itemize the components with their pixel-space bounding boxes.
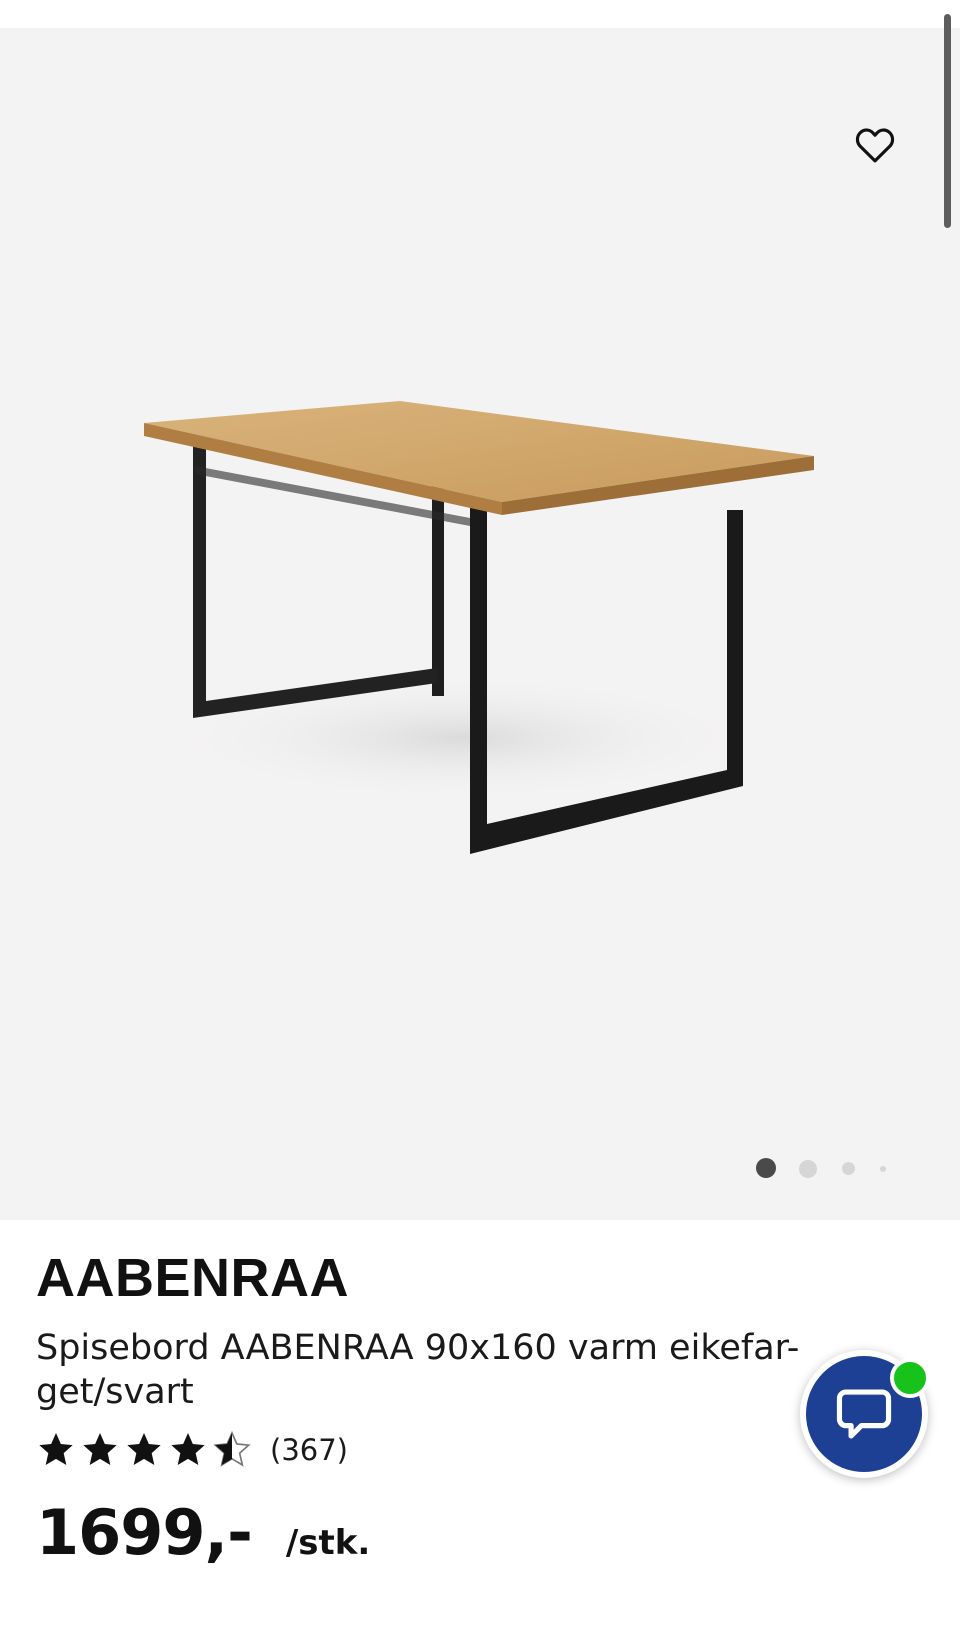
star-filled-icon — [39, 1433, 73, 1465]
star-filled-icon — [171, 1433, 205, 1465]
chat-bubble-icon — [836, 1389, 892, 1439]
review-count[interactable]: (367) — [270, 1433, 348, 1467]
product-image[interactable] — [0, 28, 960, 1220]
rating-stars[interactable] — [36, 1430, 256, 1470]
pagination-dot[interactable] — [880, 1166, 886, 1172]
pagination-dot[interactable] — [842, 1162, 855, 1175]
favorite-button[interactable] — [848, 118, 902, 172]
star-filled-icon — [127, 1433, 161, 1465]
star-half-icon — [213, 1430, 251, 1467]
product-rating: (367) — [36, 1430, 348, 1470]
product-name: Spisebord AABENRAA 90x160 varm eikefar-g… — [36, 1328, 800, 1412]
gallery-pagination — [0, 1156, 960, 1178]
product-gallery[interactable] — [0, 28, 960, 1220]
price-row: 1699,- /stk. — [36, 1496, 370, 1569]
star-filled-icon — [83, 1433, 117, 1465]
pagination-dot-active[interactable] — [756, 1158, 776, 1178]
price-unit: /stk. — [285, 1523, 371, 1563]
heart-outline-icon — [855, 128, 895, 163]
product-price: 1699,- — [36, 1496, 253, 1569]
product-page: AABENRAA Spisebord AABENRAA 90x160 varm … — [0, 0, 960, 1632]
top-strip — [0, 0, 960, 28]
chat-online-status-dot — [890, 1358, 930, 1398]
product-brand: AABENRAA — [36, 1248, 349, 1308]
pagination-dot[interactable] — [799, 1160, 817, 1178]
scrollbar-thumb[interactable] — [944, 14, 951, 228]
